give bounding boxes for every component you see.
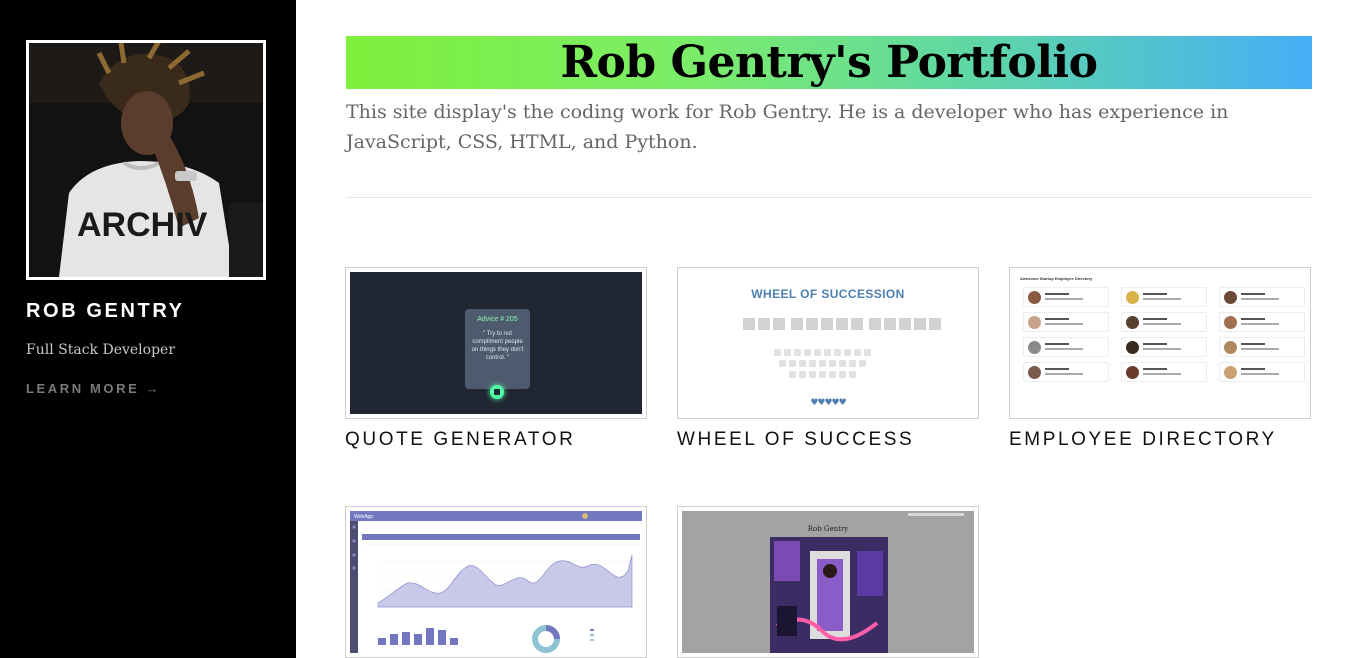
quote-generator-preview: Advice # 205 " Try to not compliment peo… [350, 272, 642, 414]
keyboard-key [839, 371, 846, 378]
employee-avatar [1126, 316, 1139, 329]
game-title: WHEEL OF SUCCESSION [751, 287, 905, 301]
keyboard-key [809, 360, 816, 367]
project-title[interactable]: EMPLOYEE DIRECTORY [1009, 429, 1311, 451]
avatar-photo: ARCHIV [29, 43, 263, 277]
keyboard-key [804, 349, 811, 356]
wheel-of-success-preview: WHEEL OF SUCCESSION ♥♥♥♥♥ [682, 272, 974, 414]
divider [346, 197, 1312, 198]
keyboard-key [799, 371, 806, 378]
keyboard-key [809, 371, 816, 378]
keyboard-key [789, 360, 796, 367]
dice-icon [490, 385, 504, 399]
title-banner: Rob Gentry's Portfolio [346, 36, 1312, 89]
employee-card [1219, 337, 1305, 357]
advice-title: Advice # 205 [477, 316, 518, 323]
keyboard-key [829, 371, 836, 378]
intro-text: This site display's the coding work for … [346, 101, 1229, 153]
employee-avatar [1028, 341, 1041, 354]
dashboard-screenshot: WebApp [350, 511, 642, 653]
keyboard-key [779, 360, 786, 367]
employee-card [1023, 312, 1109, 332]
keyboard-key [854, 349, 861, 356]
employee-avatar [1126, 291, 1139, 304]
keyboard-row-3 [789, 371, 856, 378]
keyboard-key [829, 360, 836, 367]
project-card-wheel-of-success[interactable]: WHEEL OF SUCCESSION ♥♥♥♥♥ WHEEL OF SUCCE… [677, 267, 979, 451]
keyboard-key [774, 349, 781, 356]
album-page-preview: Rob Gentry [682, 511, 974, 653]
project-thumbnail[interactable]: Awesome Startup Employee Directory [1009, 267, 1311, 419]
keyboard-key [859, 360, 866, 367]
employee-card [1121, 312, 1207, 332]
keyboard-key [824, 349, 831, 356]
employee-card [1023, 337, 1109, 357]
project-title[interactable]: QUOTE GENERATOR [345, 429, 647, 451]
employee-avatar [1126, 366, 1139, 379]
keyboard-key [814, 349, 821, 356]
keyboard-key [844, 349, 851, 356]
employee-card [1219, 362, 1305, 382]
profile-name: ROB GENTRY [26, 300, 185, 322]
employee-avatar [1028, 366, 1041, 379]
project-thumbnail[interactable]: WebApp [345, 506, 647, 658]
keyboard-row-2 [779, 360, 866, 367]
keyboard-key [819, 360, 826, 367]
project-card-quote-generator[interactable]: Advice # 205 " Try to not compliment peo… [345, 267, 647, 451]
dashboard-app-name: WebApp [354, 514, 373, 520]
keyboard-key [839, 360, 846, 367]
album-page-title: Rob Gentry [808, 525, 849, 533]
keyboard-key [819, 371, 826, 378]
employee-card [1121, 287, 1207, 307]
avatar: ARCHIV [26, 40, 266, 280]
album-page-screenshot: Rob Gentry [682, 511, 974, 653]
employee-avatar [1028, 291, 1041, 304]
phrase-tiles [743, 318, 941, 330]
project-thumbnail[interactable]: Rob Gentry [677, 506, 979, 658]
avatar-shirt-text: ARCHIV [77, 206, 208, 244]
project-thumbnail[interactable]: WHEEL OF SUCCESSION ♥♥♥♥♥ [677, 267, 979, 419]
employee-avatar [1224, 341, 1237, 354]
employee-avatar [1224, 316, 1237, 329]
employee-card [1121, 337, 1207, 357]
directory-title: Awesome Startup Employee Directory [1020, 276, 1093, 281]
profile-role: Full Stack Developer [26, 342, 176, 358]
employee-avatar [1224, 291, 1237, 304]
keyboard-key [799, 360, 806, 367]
keyboard-key [849, 371, 856, 378]
project-title[interactable]: WHEEL OF SUCCESS [677, 429, 979, 451]
employee-avatar [1028, 316, 1041, 329]
employee-card [1023, 287, 1109, 307]
keyboard-row-1 [774, 349, 871, 356]
keyboard-key [834, 349, 841, 356]
keyboard-key [789, 371, 796, 378]
advice-card: Advice # 205 " Try to not compliment peo… [465, 309, 530, 389]
keyboard-key [784, 349, 791, 356]
employee-card [1023, 362, 1109, 382]
lives-hearts-icon: ♥♥♥♥♥ [810, 398, 846, 408]
employee-card [1219, 287, 1305, 307]
learn-more-link[interactable]: LEARN MORE → [26, 381, 161, 396]
project-thumbnail[interactable]: Advice # 205 " Try to not compliment peo… [345, 267, 647, 419]
page-title: Rob Gentry's Portfolio [560, 37, 1098, 88]
project-card-album-page[interactable]: Rob Gentry [677, 506, 979, 658]
dashboard-preview: WebApp [350, 511, 642, 653]
employee-avatar [1224, 366, 1237, 379]
sidebar: ARCHIV ROB GENTRY Full Stack Developer L… [0, 0, 296, 658]
project-card-employee-directory[interactable]: Awesome Startup Employee Directory EMPLO… [1009, 267, 1311, 451]
keyboard-key [849, 360, 856, 367]
keyboard-key [794, 349, 801, 356]
employee-avatar [1126, 341, 1139, 354]
employee-card [1121, 362, 1207, 382]
employee-directory-preview: Awesome Startup Employee Directory [1014, 272, 1306, 414]
employee-card [1219, 312, 1305, 332]
project-card-dashboard[interactable]: WebApp [345, 506, 647, 658]
advice-quote: " Try to not compliment people on things… [471, 331, 524, 361]
keyboard-key [864, 349, 871, 356]
